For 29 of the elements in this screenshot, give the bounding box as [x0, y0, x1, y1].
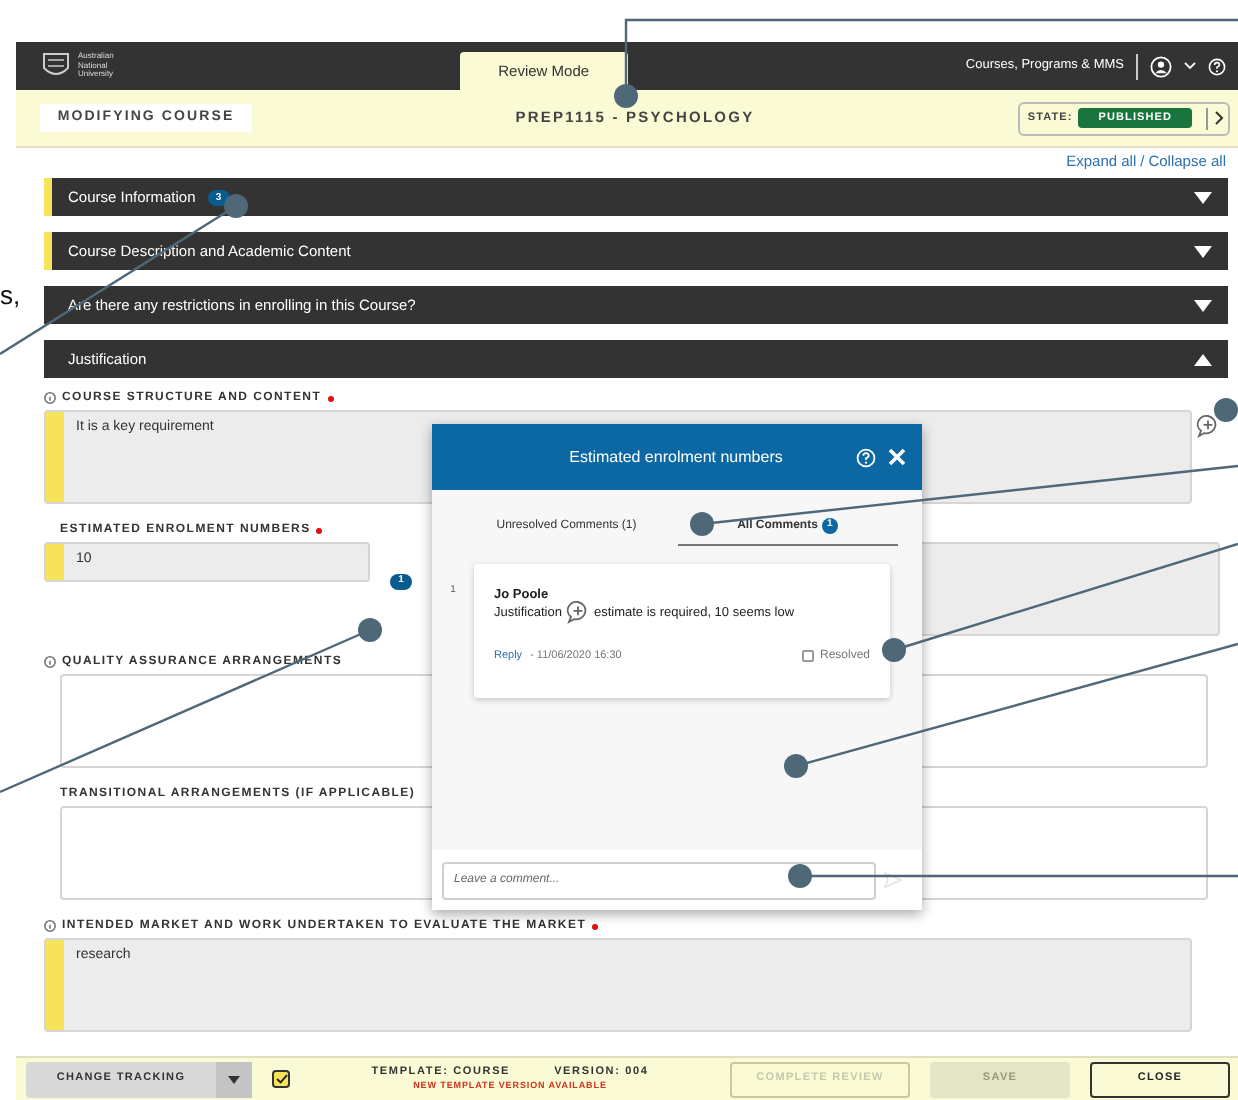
chevron-down-icon[interactable] [1184, 62, 1196, 70]
close-icon[interactable] [888, 448, 906, 466]
annotation-text: s, [0, 282, 21, 308]
info-icon [44, 920, 56, 932]
flag-stripe [46, 412, 64, 502]
check-icon [275, 1074, 287, 1084]
caret-down-icon[interactable] [228, 1075, 240, 1083]
panel-title: Estimated enrolment numbers [567, 445, 785, 469]
add-comment-icon[interactable] [1196, 414, 1220, 438]
info-icon [44, 392, 56, 404]
flag-stripe [46, 940, 64, 1030]
flag-stripe [44, 178, 52, 216]
resolved-checkbox[interactable] [801, 650, 814, 663]
chevron-right-icon[interactable] [1214, 110, 1224, 126]
add-comment-icon[interactable] [565, 600, 590, 625]
help-icon[interactable] [856, 447, 876, 467]
caret-down-icon[interactable] [1194, 245, 1212, 257]
caret-up-icon[interactable] [1194, 353, 1212, 365]
user-avatar-icon[interactable] [1150, 55, 1172, 77]
caret-down-icon[interactable] [1194, 299, 1212, 311]
caret-down-icon[interactable] [1194, 191, 1212, 203]
tracking-checkbox[interactable] [272, 1070, 290, 1088]
send-icon[interactable] [884, 872, 902, 888]
info-icon [44, 656, 56, 668]
callout-marker [1214, 398, 1238, 422]
flag-stripe [44, 232, 52, 270]
crest-icon [40, 52, 72, 80]
help-icon[interactable] [1208, 57, 1226, 75]
flag-stripe [46, 544, 64, 580]
